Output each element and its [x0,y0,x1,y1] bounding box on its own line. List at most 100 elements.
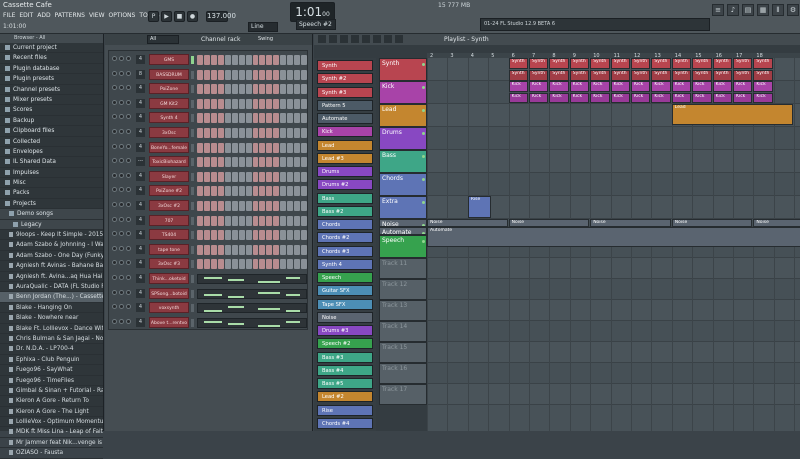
browser-file[interactable]: AuraQualic - DATA (FL Studio Remix) [0,282,103,293]
track-header[interactable]: Speech [379,235,427,258]
channel-name-button[interactable]: voxsynth [149,302,189,314]
step-button[interactable] [197,128,203,138]
step-button[interactable] [294,201,301,211]
step-button[interactable] [266,69,273,80]
browser-file[interactable]: LollieVox - Optimum Momentum [0,417,103,428]
track-mute-led[interactable] [422,63,425,66]
step-button[interactable] [238,69,245,80]
track-header[interactable]: Kick [379,81,427,104]
track-header[interactable]: Track 12 [379,279,427,300]
volume-knob[interactable] [126,231,131,237]
volume-knob[interactable] [126,202,131,207]
pan-knob[interactable] [119,202,124,207]
step-button[interactable] [294,171,301,182]
browser-file[interactable]: Benn Jordan (The...) - Cassette Cafe [0,292,103,303]
step-button[interactable] [203,230,210,241]
select-tool-icon[interactable] [384,35,392,43]
channel-name-button[interactable]: TS404 [149,229,189,241]
mute-led[interactable] [112,202,117,207]
browser-folder[interactable]: Scores [0,105,103,116]
browser-file[interactable]: Adam Szabo - One Day (Funky Mix) [0,251,103,262]
step-button[interactable] [210,55,217,65]
step-button[interactable] [203,157,210,168]
pattern-picker-item[interactable]: Lead #3 [317,152,373,164]
step-button[interactable] [294,244,301,255]
track-header[interactable]: Synth [379,58,427,81]
step-button[interactable] [294,55,301,65]
menu-file[interactable]: FILE [3,11,15,21]
step-button[interactable] [238,201,245,211]
step-button[interactable] [259,142,266,153]
synth-clip[interactable]: Synth [671,70,692,81]
step-button[interactable] [217,186,224,197]
browser-folder[interactable]: Mixer presets [0,95,103,106]
mute-led[interactable] [112,70,117,76]
step-button[interactable] [224,69,231,80]
automation-clip[interactable]: Automate [427,227,800,247]
volume-knob[interactable] [126,260,131,266]
track-mute-led[interactable] [422,155,425,158]
step-button[interactable] [259,215,266,226]
pan-knob[interactable] [119,245,124,251]
step-button[interactable] [245,244,252,255]
pattern-picker-item[interactable]: Chords #3 [317,245,373,257]
mute-tool-icon[interactable] [351,35,359,43]
play-button[interactable]: ▶ [161,11,172,22]
pattern-picker-item[interactable]: Synth #3 [317,86,373,98]
step-button[interactable] [273,157,280,168]
step-button[interactable] [301,230,307,241]
channel-select-led[interactable] [191,289,194,298]
channel-name-button[interactable]: SPSong...botoid [149,287,189,299]
step-button[interactable] [287,171,294,182]
step-button[interactable] [301,55,307,65]
draw-tool-icon[interactable] [318,35,326,43]
step-button[interactable] [224,55,231,65]
rise-clip[interactable]: Rise [467,196,492,218]
snap-select[interactable]: Line [248,22,278,32]
slice-tool-icon[interactable] [373,35,381,43]
step-button[interactable] [259,157,266,168]
piano-roll-preview[interactable] [197,317,307,328]
browser-folder[interactable]: Recent files [0,53,103,64]
kick-clip[interactable]: Kick [610,93,630,103]
kick-clip[interactable]: Kick [651,81,671,92]
channel-name-button[interactable]: Think...oketoid [149,273,189,284]
step-button[interactable] [301,98,307,109]
step-button[interactable] [210,186,217,197]
synth-clip[interactable]: Synth [610,70,630,81]
step-button[interactable] [217,157,224,168]
step-button[interactable] [280,128,287,138]
pattern-picker-item[interactable]: Bass #3 [317,351,373,363]
track-mute-led[interactable] [422,132,425,135]
synth-clip[interactable]: Synth [631,58,651,69]
step-button[interactable] [224,113,231,124]
pattern-picker-item[interactable]: Noise [317,311,373,323]
pan-knob[interactable] [119,129,124,134]
record-button[interactable]: ● [187,11,198,22]
step-button[interactable] [294,186,301,197]
step-button[interactable] [245,142,252,153]
browser-folder[interactable]: Projects [0,199,103,210]
step-button[interactable] [238,157,245,168]
track-header[interactable]: Track 17 [379,384,427,405]
step-button[interactable] [231,55,238,65]
step-button[interactable] [287,69,294,80]
synth-clip[interactable]: Synth [651,70,671,81]
kick-clip[interactable]: Kick [753,81,773,92]
step-button[interactable] [301,171,307,182]
step-button[interactable] [301,142,307,153]
mute-led[interactable] [112,216,117,222]
step-button[interactable] [252,128,259,138]
step-button[interactable] [210,157,217,168]
step-button[interactable] [287,55,294,65]
step-button[interactable] [224,157,231,168]
volume-knob[interactable] [126,172,131,178]
mixer-track-number[interactable]: 4 [136,84,145,94]
synth-clip[interactable]: Synth [610,58,630,69]
step-button[interactable] [280,215,287,226]
step-button[interactable] [294,98,301,109]
channel-name-button[interactable]: PoiZone #2 [149,185,189,197]
browser-file[interactable]: Kieron A Gore - Return To [0,396,103,407]
step-button[interactable] [224,259,231,270]
pattern-picker-item[interactable]: Bass #5 [317,378,373,389]
